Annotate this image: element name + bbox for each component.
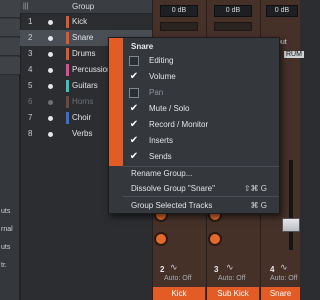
group-color-swatch: [66, 48, 69, 60]
checkbox-empty-icon: [129, 56, 139, 66]
group-active-dot[interactable]: [48, 132, 53, 137]
send-knob[interactable]: [154, 232, 168, 246]
menu-option-editing[interactable]: Editing: [109, 53, 279, 69]
group-color-swatch: [66, 16, 69, 28]
menu-action-label: Group Selected Tracks: [131, 201, 213, 210]
insert-slot[interactable]: [160, 22, 198, 31]
group-color-swatch: [66, 96, 69, 108]
group-name: Percussion: [72, 65, 112, 74]
menu-option-volume[interactable]: ✔ Volume: [109, 69, 279, 85]
group-name: Drums: [72, 49, 96, 58]
group-active-dot[interactable]: [48, 100, 53, 105]
group-color-swatch: [66, 80, 69, 92]
sidebar-item-external[interactable]: rnal: [1, 226, 13, 233]
group-number: 7: [28, 113, 33, 122]
group-active-dot[interactable]: [48, 36, 53, 41]
track-name-kick[interactable]: Kick: [153, 287, 205, 300]
track-name-sub-kick[interactable]: Sub Kick: [207, 287, 259, 300]
menu-option-inserts[interactable]: ✔ Inserts: [109, 133, 279, 149]
menu-action-label: Dissolve Group "Snare": [131, 184, 215, 193]
sidebar-tab-top[interactable]: [0, 0, 20, 18]
group-active-dot[interactable]: [48, 68, 53, 73]
fader-track[interactable]: [289, 160, 293, 250]
volume-readout[interactable]: 0 dB: [214, 5, 252, 17]
sidebar-tab[interactable]: [0, 57, 20, 75]
group-name: Guitars: [72, 81, 98, 90]
checkmark-icon: ✔: [129, 119, 139, 130]
group-number: 2: [28, 33, 33, 42]
strip-number: 4: [270, 265, 275, 274]
menu-option-label: Record / Monitor: [149, 120, 209, 129]
group-color-swatch: [66, 32, 69, 44]
menu-action-rename-group[interactable]: Rename Group...: [109, 166, 279, 182]
group-active-dot[interactable]: [48, 20, 53, 25]
checkmark-icon: ✔: [129, 71, 139, 82]
menu-action-dissolve-group[interactable]: Dissolve Group "Snare" ⇧⌘ G: [109, 181, 279, 197]
group-name: Verbs: [72, 129, 93, 138]
menu-action-group-selected-tracks[interactable]: Group Selected Tracks ⌘ G: [109, 198, 279, 214]
waveform-icon: ∿: [226, 262, 234, 272]
sidebar-tab[interactable]: [0, 38, 20, 56]
left-sidebar: uts rnal uts tr.: [0, 0, 20, 300]
sidebar-item-outputs[interactable]: uts: [1, 208, 10, 215]
automation-mode[interactable]: Auto: Off: [218, 275, 246, 282]
group-active-dot[interactable]: [48, 84, 53, 89]
checkmark-icon: ✔: [129, 135, 139, 146]
keyboard-shortcut: ⌘ G: [250, 201, 267, 210]
strip-number: 2: [160, 265, 165, 274]
menu-option-pan[interactable]: Pan: [109, 85, 279, 101]
group-panel-header: ||| Group: [20, 0, 152, 14]
group-row-kick[interactable]: 1 Kick: [20, 14, 152, 30]
group-number: 1: [28, 17, 33, 26]
waveform-icon: ∿: [280, 262, 288, 272]
keyboard-shortcut: ⇧⌘ G: [243, 184, 267, 193]
insert-slot[interactable]: [214, 22, 252, 31]
sidebar-tab-selected[interactable]: [0, 19, 20, 37]
group-number: 6: [28, 97, 33, 106]
group-number: 8: [28, 129, 33, 138]
automation-mode[interactable]: Auto: Off: [270, 275, 298, 282]
volume-readout[interactable]: 0 dB: [160, 5, 198, 17]
group-header-label: Group: [72, 2, 95, 11]
automation-mode[interactable]: Auto: Off: [164, 275, 192, 282]
volume-fader[interactable]: [282, 218, 300, 232]
checkmark-icon: ✔: [129, 151, 139, 162]
group-name: Kick: [72, 17, 88, 26]
menu-option-label: Sends: [149, 152, 172, 161]
group-columns-icon[interactable]: |||: [23, 3, 33, 11]
waveform-icon: ∿: [170, 262, 178, 272]
group-color-swatch: [66, 112, 69, 124]
group-color-swatch: [66, 64, 69, 76]
volume-readout[interactable]: 0 dB: [266, 5, 298, 17]
menu-action-label: Rename Group...: [131, 169, 193, 178]
sidebar-item-inputs[interactable]: uts: [1, 244, 10, 251]
group-active-dot[interactable]: [48, 52, 53, 57]
group-number: 3: [28, 49, 33, 58]
group-number: 5: [28, 81, 33, 90]
sidebar-item-instr[interactable]: tr.: [1, 262, 7, 269]
checkbox-empty-icon: [129, 88, 139, 98]
send-knob[interactable]: [208, 232, 222, 246]
menu-option-label: Volume: [149, 72, 176, 81]
menu-title: Snare: [131, 42, 154, 51]
menu-divider: [123, 196, 279, 197]
menu-option-label: Pan: [149, 88, 164, 97]
menu-option-sends[interactable]: ✔ Sends: [109, 149, 279, 165]
menu-option-label: Mute / Solo: [149, 104, 190, 113]
menu-option-mute-solo[interactable]: ✔ Mute / Solo: [109, 101, 279, 117]
group-active-dot[interactable]: [48, 116, 53, 121]
checkmark-icon: ✔: [129, 103, 139, 114]
group-name: Horns: [72, 97, 94, 106]
menu-option-record-monitor[interactable]: ✔ Record / Monitor: [109, 117, 279, 133]
strip-number: 3: [214, 265, 219, 274]
group-name: Choir: [72, 113, 92, 122]
group-context-menu: Snare Editing ✔ Volume Pan ✔ Mute / Solo ✔ Reco…: [108, 37, 280, 214]
input-source-label[interactable]: RUM: [284, 51, 304, 58]
group-name: Snare: [72, 33, 94, 42]
track-name-snare[interactable]: Snare: [261, 287, 300, 300]
menu-option-label: Editing: [149, 56, 174, 65]
menu-option-label: Inserts: [149, 136, 174, 145]
group-number: 4: [28, 65, 33, 74]
